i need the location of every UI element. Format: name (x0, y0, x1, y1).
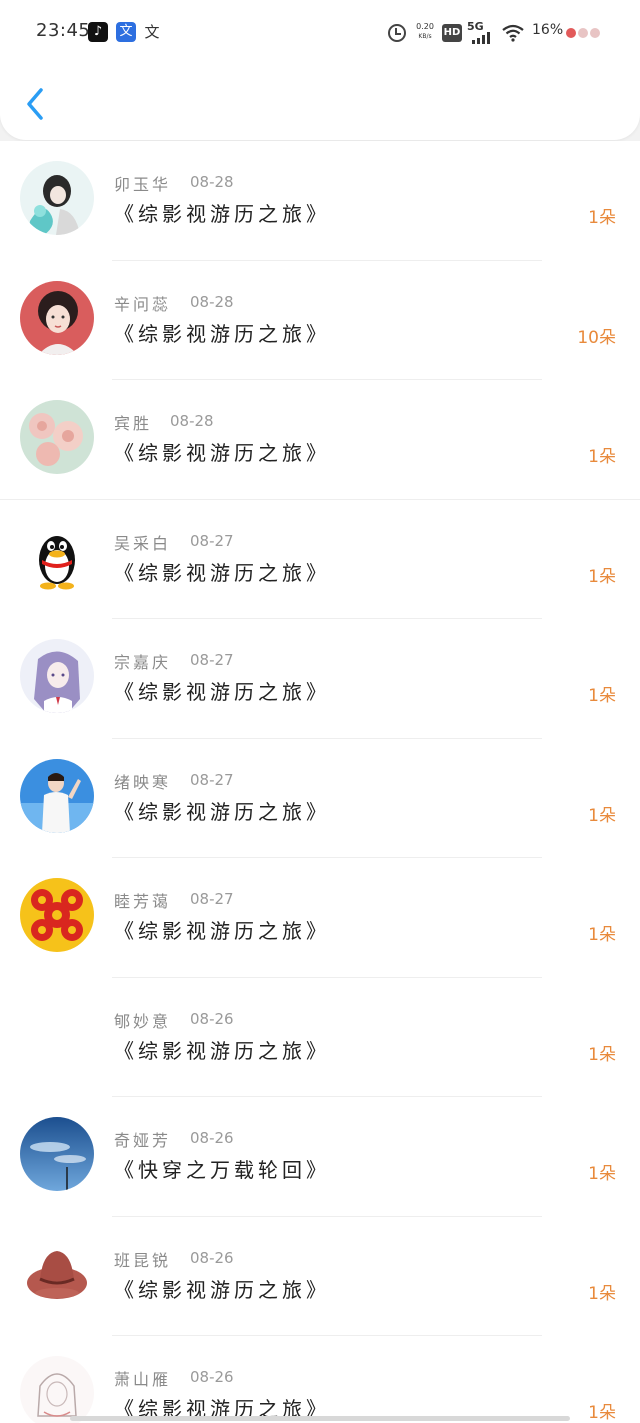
avatar[interactable] (20, 161, 94, 235)
status-bar: 23:45 ♪ 文 文 0.20 KB/s HD 5G 16% (0, 0, 640, 64)
donation-date: 08-26 (190, 1368, 234, 1386)
donation-date: 08-28 (170, 412, 214, 430)
flower-count: 1朵 (588, 208, 616, 228)
list-item[interactable]: 萧山雁 08-26 《综影视游历之旅》 1朵 (0, 1336, 640, 1423)
book-title: 《综影视游历之旅》 (114, 560, 330, 585)
back-button[interactable] (22, 84, 50, 124)
avatar[interactable] (20, 1356, 94, 1423)
donation-date: 08-27 (190, 531, 234, 550)
list-item[interactable]: 绪映寒 08-27 《综影视游历之旅》 1朵 (0, 739, 640, 858)
avatar[interactable] (20, 400, 94, 474)
net-speed-unit: KB/s (418, 33, 432, 40)
book-title: 《综影视游历之旅》 (114, 202, 330, 226)
book-title: 《综影视游历之旅》 (114, 321, 330, 346)
list-item[interactable]: 班昆锐 08-26 《综影视游历之旅》 1朵 (0, 1217, 640, 1336)
list-item[interactable]: 吴采白 08-27 《综影视游历之旅》 1朵 (0, 500, 640, 619)
status-time: 23:45 (36, 20, 91, 41)
list-item[interactable]: 睦芳蔼 08-27 《综影视游历之旅》 1朵 (0, 858, 640, 978)
donor-name: 卯玉华 (114, 175, 172, 194)
flower-count: 1朵 (588, 447, 616, 467)
gift-record-list: 卯玉华 08-28 《综影视游历之旅》 1朵 辛问蕊 08-28 《综影视游历之… (0, 141, 640, 1423)
avatar[interactable] (20, 997, 94, 1072)
list-item[interactable]: 奇娅芳 08-26 《快穿之万载轮回》 1朵 (0, 1097, 640, 1217)
donation-date: 08-27 (190, 890, 234, 908)
donor-name: 绪映寒 (114, 772, 172, 792)
donor-name: 班昆锐 (114, 1250, 172, 1270)
battery-percent: 16% (532, 22, 564, 38)
donor-name: 辛问蕊 (114, 294, 172, 314)
flower-count: 1朵 (588, 925, 616, 945)
donor-name: 奇娅芳 (114, 1131, 172, 1150)
list-item[interactable]: 卯玉华 08-28 《综影视游历之旅》 1朵 (0, 141, 640, 261)
flower-count: 1朵 (588, 1044, 616, 1065)
donor-name: 萧山雁 (114, 1370, 172, 1389)
book-title: 《综影视游历之旅》 (114, 919, 330, 943)
book-title: 《快穿之万载轮回》 (114, 1158, 330, 1182)
book-title: 《综影视游历之旅》 (114, 1277, 330, 1302)
avatar[interactable] (20, 1117, 94, 1191)
flower-count: 1朵 (588, 1283, 616, 1304)
donation-date: 08-27 (190, 770, 234, 789)
home-indicator[interactable] (70, 1416, 570, 1421)
donation-date: 08-28 (190, 292, 234, 311)
donation-date: 08-26 (190, 1248, 234, 1267)
tiktok-icon: ♪ (88, 22, 108, 42)
battery-icon (566, 28, 602, 40)
donor-name: 宾胜 (114, 414, 153, 433)
list-item[interactable]: 宗嘉庆 08-27 《综影视游历之旅》 1朵 (0, 619, 640, 739)
donation-date: 08-28 (190, 173, 234, 191)
flower-count: 1朵 (588, 686, 616, 706)
hd-icon: HD (442, 24, 462, 42)
donor-name: 吴采白 (114, 533, 172, 553)
donation-date: 08-26 (190, 1129, 234, 1147)
net-speed-value: 0.20 (416, 22, 434, 31)
chevron-left-icon (27, 88, 43, 120)
book-title: 《综影视游历之旅》 (114, 680, 330, 704)
book-title: 《综影视游历之旅》 (114, 799, 330, 824)
flower-count: 1朵 (588, 1403, 616, 1423)
donation-date: 08-27 (190, 651, 234, 669)
avatar[interactable] (20, 758, 94, 833)
flower-count: 1朵 (588, 566, 616, 587)
flower-count: 1朵 (588, 1164, 616, 1184)
flower-count: 1朵 (588, 805, 616, 826)
donor-name: 郇妙意 (114, 1011, 172, 1031)
donation-date: 08-26 (190, 1009, 234, 1028)
avatar[interactable] (20, 1236, 94, 1311)
donor-name: 宗嘉庆 (114, 653, 172, 672)
book-title: 《综影视游历之旅》 (114, 1038, 330, 1063)
alarm-icon (388, 24, 406, 42)
avatar[interactable] (20, 280, 94, 355)
avatar[interactable] (20, 878, 94, 952)
avatar[interactable] (20, 639, 94, 713)
signal-bars-icon (472, 32, 494, 44)
wen-text-icon: 文 (144, 23, 160, 41)
list-item[interactable]: 宾胜 08-28 《综影视游历之旅》 1朵 (0, 380, 640, 500)
top-header: 23:45 ♪ 文 文 0.20 KB/s HD 5G 16% (0, 0, 640, 140)
avatar[interactable] (20, 519, 94, 594)
list-item[interactable]: 辛问蕊 08-28 《综影视游历之旅》 10朵 (0, 261, 640, 380)
donor-name: 睦芳蔼 (114, 892, 172, 911)
wifi-icon (502, 24, 524, 42)
list-item[interactable]: 郇妙意 08-26 《综影视游历之旅》 1朵 (0, 978, 640, 1097)
wen-app-icon: 文 (116, 22, 136, 42)
net-speed: 0.20 KB/s (414, 22, 436, 41)
flower-count: 10朵 (577, 327, 616, 348)
book-title: 《综影视游历之旅》 (114, 441, 330, 465)
